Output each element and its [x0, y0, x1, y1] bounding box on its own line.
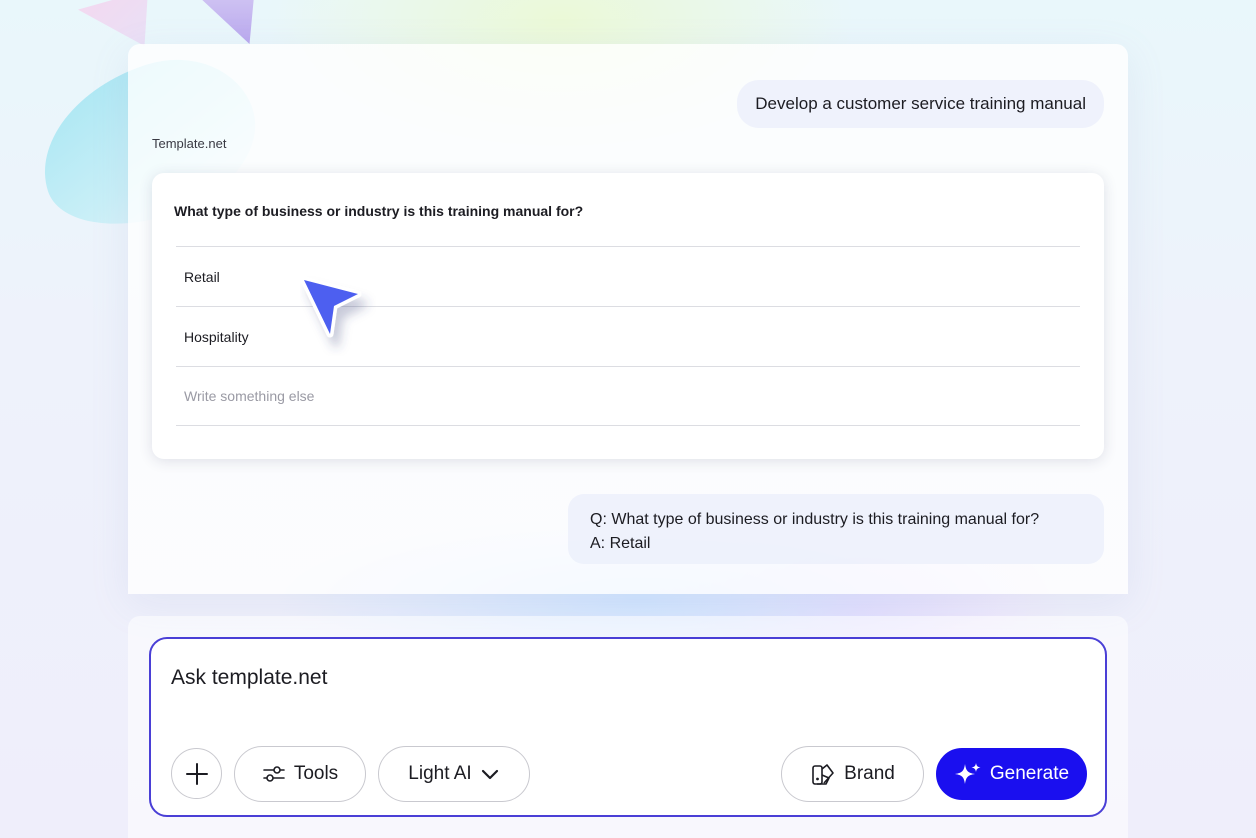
decorative-shape [78, 0, 148, 46]
model-dropdown[interactable]: Light AI [378, 746, 530, 802]
palette-icon [812, 764, 834, 785]
assistant-source-label: Template.net [152, 136, 227, 151]
model-label: Light AI [408, 763, 472, 784]
brand-label: Brand [844, 763, 895, 784]
composer-box: Tools Light AI Brand Generate [149, 637, 1107, 817]
generate-button[interactable]: Generate [936, 748, 1087, 800]
option-retail[interactable]: Retail [176, 246, 1080, 306]
brand-button[interactable]: Brand [781, 746, 924, 802]
option-hospitality[interactable]: Hospitality [176, 306, 1080, 366]
option-custom[interactable] [176, 366, 1080, 426]
prompt-input[interactable] [171, 663, 1071, 693]
sliders-icon [263, 766, 285, 782]
answer-bubble: Q: What type of business or industry is … [568, 494, 1104, 564]
plus-icon [185, 762, 208, 785]
answer-answer-line: A: Retail [590, 535, 651, 552]
custom-answer-input[interactable] [184, 367, 1080, 425]
add-button[interactable] [171, 748, 222, 799]
decorative-shape [198, 0, 254, 44]
question-card: What type of business or industry is thi… [152, 173, 1104, 459]
answer-question-line: Q: What type of business or industry is … [590, 511, 1040, 528]
sparkle-icon [954, 763, 981, 784]
tools-label: Tools [293, 763, 339, 784]
generate-label: Generate [989, 763, 1070, 784]
chat-panel: Develop a customer service training manu… [128, 44, 1128, 594]
composer-panel: Tools Light AI Brand Generate [128, 616, 1128, 838]
chevron-down-icon [481, 769, 498, 780]
question-title: What type of business or industry is thi… [174, 203, 584, 219]
tools-button[interactable]: Tools [234, 746, 366, 802]
user-message-bubble: Develop a customer service training manu… [737, 80, 1104, 128]
